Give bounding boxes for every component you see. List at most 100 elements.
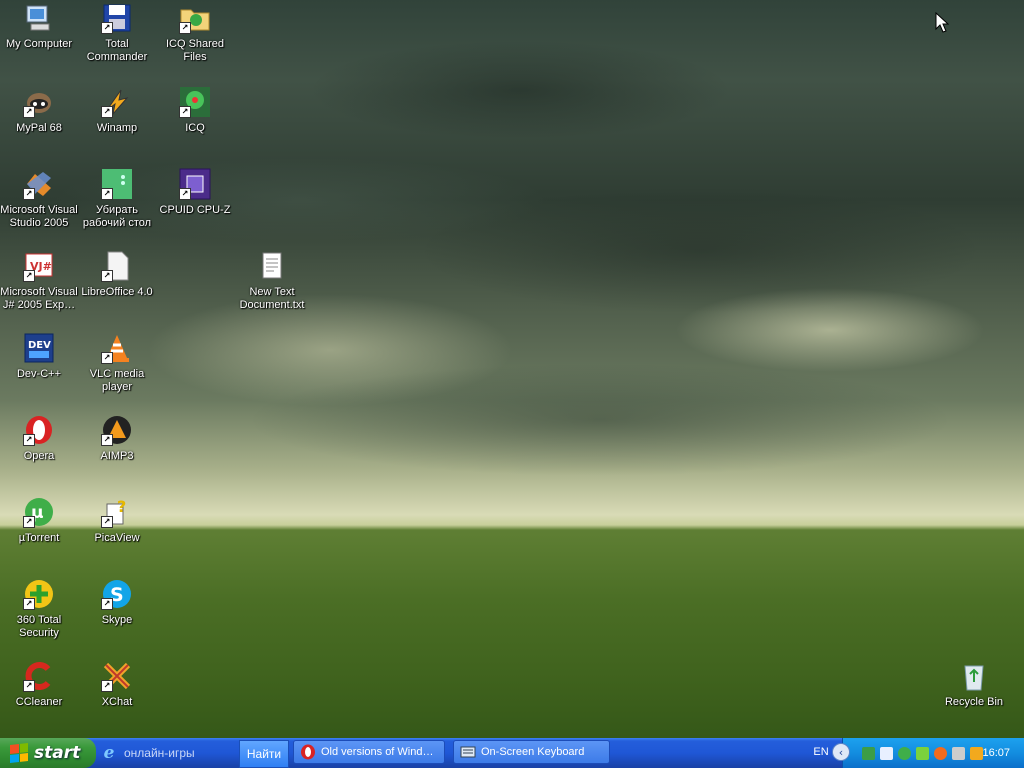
shortcut-arrow-icon: ↗ <box>101 516 113 528</box>
desktop-background[interactable]: My Computer ↗ MyPal 68 ↗ Microsoft Visua… <box>0 0 1024 738</box>
icon-label: ICQ <box>185 122 205 134</box>
dev-cpp-icon: DEV <box>23 332 55 364</box>
icon-label: µTorrent <box>18 532 60 544</box>
ccleaner-c-icon: ↗ <box>23 660 55 692</box>
network-icon[interactable] <box>880 746 893 760</box>
desktop-icon-opera[interactable]: ↗ Opera <box>0 414 78 463</box>
security-tray-icon[interactable] <box>934 746 947 760</box>
system-tray: 16:07 <box>842 738 1024 768</box>
icon-label: ICQ Shared Files <box>165 38 225 63</box>
icon-label: Skype <box>101 614 133 626</box>
shortcut-arrow-icon: ↗ <box>101 106 113 118</box>
svg-text:?: ? <box>117 497 126 516</box>
shortcut-arrow-icon: ↗ <box>101 22 113 34</box>
internet-explorer-icon: e <box>103 743 115 763</box>
raccoon-icon: ↗ <box>23 86 55 118</box>
desktop-icon-cpuz[interactable]: ↗ CPUID CPU-Z <box>156 168 234 217</box>
icon-label: Recycle Bin <box>944 696 1004 708</box>
desktop-icon-libreoffice[interactable]: ↗ LibreOffice 4.0 <box>78 250 156 299</box>
desktop-icon-total-commander[interactable]: ↗ Total Commander <box>78 2 156 64</box>
shortcut-arrow-icon: ↗ <box>101 434 113 446</box>
cpu-chip-icon: ↗ <box>179 168 211 200</box>
text-file-icon <box>256 250 288 282</box>
mouse-pointer-icon <box>935 11 950 37</box>
search-button[interactable]: Найти <box>239 740 289 768</box>
desktop-icon-icq[interactable]: ↗ ICQ <box>156 86 234 135</box>
visual-studio-icon: ↗ <box>23 168 55 200</box>
quick-launch-online-games[interactable]: e онлайн-игры <box>100 741 236 765</box>
icon-label: Total Commander <box>86 38 148 63</box>
start-button[interactable]: start <box>0 738 96 768</box>
shared-folder-icon: ↗ <box>179 2 211 34</box>
aimp-triangle-icon: ↗ <box>101 414 133 446</box>
desktop-icon-xchat[interactable]: ↗ XChat <box>78 660 156 709</box>
desktop-icon-360-security[interactable]: ↗ 360 Total Security <box>0 578 78 640</box>
recycle-bin-icon <box>958 660 990 692</box>
start-label: start <box>34 743 81 763</box>
icon-label: Microsoft Visual J# 2005 Exp… <box>0 286 78 311</box>
icon-label: Dev-C++ <box>16 368 62 380</box>
lightning-icon: ↗ <box>101 86 133 118</box>
task-button-opera[interactable]: Old versions of Wind… <box>293 740 445 764</box>
desktop-icon-vlc[interactable]: ↗ VLC media player <box>78 332 156 394</box>
language-indicator[interactable]: EN <box>810 743 832 761</box>
desktop-icon-ccleaner[interactable]: ↗ CCleaner <box>0 660 78 709</box>
desktop-icon-clean-desktop[interactable]: ↗ Убирать рабочий стол <box>78 168 156 230</box>
green-board-icon: ↗ <box>101 168 133 200</box>
utorrent-tray-icon[interactable] <box>898 746 911 760</box>
traffic-cone-icon: ↗ <box>101 332 133 364</box>
desktop-icon-utorrent[interactable]: µ ↗ µTorrent <box>0 496 78 545</box>
icon-label: CCleaner <box>15 696 63 708</box>
shortcut-arrow-icon: ↗ <box>101 680 113 692</box>
document-page-icon: ↗ <box>101 250 133 282</box>
icon-label: XChat <box>101 696 133 708</box>
desktop-icon-icq-shared-files[interactable]: ↗ ICQ Shared Files <box>156 2 234 64</box>
icon-label: Microsoft Visual Studio 2005 <box>0 204 78 229</box>
opera-o-icon: ↗ <box>23 414 55 446</box>
icon-label: New Text Document.txt <box>239 286 305 311</box>
desktop-icon-winamp[interactable]: ↗ Winamp <box>78 86 156 135</box>
icq-flower-icon: ↗ <box>179 86 211 118</box>
desktop-icon-skype[interactable]: S ↗ Skype <box>78 578 156 627</box>
svg-text:DEV: DEV <box>28 340 51 351</box>
desktop-icon-aimp[interactable]: ↗ AIMP3 <box>78 414 156 463</box>
shortcut-arrow-icon: ↗ <box>23 680 35 692</box>
shortcut-arrow-icon: ↗ <box>101 598 113 610</box>
my-computer-icon <box>23 2 55 34</box>
clock[interactable]: 16:07 <box>982 738 1010 768</box>
taskbar: start e онлайн-игры Найти Old versions o… <box>0 738 1024 768</box>
desktop-icon-picaview[interactable]: ? ↗ PicaView <box>78 496 156 545</box>
desktop-icon-visual-studio[interactable]: ↗ Microsoft Visual Studio 2005 <box>0 168 78 230</box>
question-doc-icon: ? ↗ <box>101 496 133 528</box>
icon-label: MyPal 68 <box>16 122 62 134</box>
icon-label: AIMP3 <box>100 450 134 462</box>
green-tray-icon[interactable] <box>916 746 929 760</box>
icon-label: Убирать рабочий стол <box>82 204 152 229</box>
windows-logo-icon <box>10 743 28 763</box>
shortcut-arrow-icon: ↗ <box>23 434 35 446</box>
task-button-on-screen-keyboard[interactable]: On-Screen Keyboard <box>453 740 610 764</box>
shortcut-arrow-icon: ↗ <box>23 598 35 610</box>
icon-label: CPUID CPU-Z <box>159 204 231 216</box>
desktop-icon-visual-j[interactable]: VJ# ↗ Microsoft Visual J# 2005 Exp… <box>0 250 78 312</box>
winamp-tray-icon[interactable] <box>970 746 983 760</box>
opera-o-icon <box>301 744 315 760</box>
shortcut-arrow-icon: ↗ <box>101 352 113 364</box>
icon-label: VLC media player <box>89 368 145 393</box>
icon-label: PicaView <box>94 532 140 544</box>
desktop-icon-mypal[interactable]: ↗ MyPal 68 <box>0 86 78 135</box>
icon-label: My Computer <box>5 38 73 50</box>
desktop-icon-recycle-bin[interactable]: Recycle Bin <box>935 660 1013 709</box>
sound-icon[interactable] <box>952 746 965 760</box>
shortcut-arrow-icon: ↗ <box>23 188 35 200</box>
skype-s-icon: S ↗ <box>101 578 133 610</box>
desktop-icon-new-text-document[interactable]: New Text Document.txt <box>233 250 311 312</box>
desktop-icon-my-computer[interactable]: My Computer <box>0 2 78 51</box>
shortcut-arrow-icon: ↗ <box>101 270 113 282</box>
desktop-icon-devcpp[interactable]: DEV Dev-C++ <box>0 332 78 381</box>
tray-expand-chevron-icon[interactable]: ‹ <box>832 743 850 761</box>
shortcut-arrow-icon: ↗ <box>179 188 191 200</box>
task-label: Old versions of Wind… <box>321 746 434 758</box>
icq-tray-icon[interactable] <box>862 746 875 760</box>
icon-label: 360 Total Security <box>16 614 62 639</box>
